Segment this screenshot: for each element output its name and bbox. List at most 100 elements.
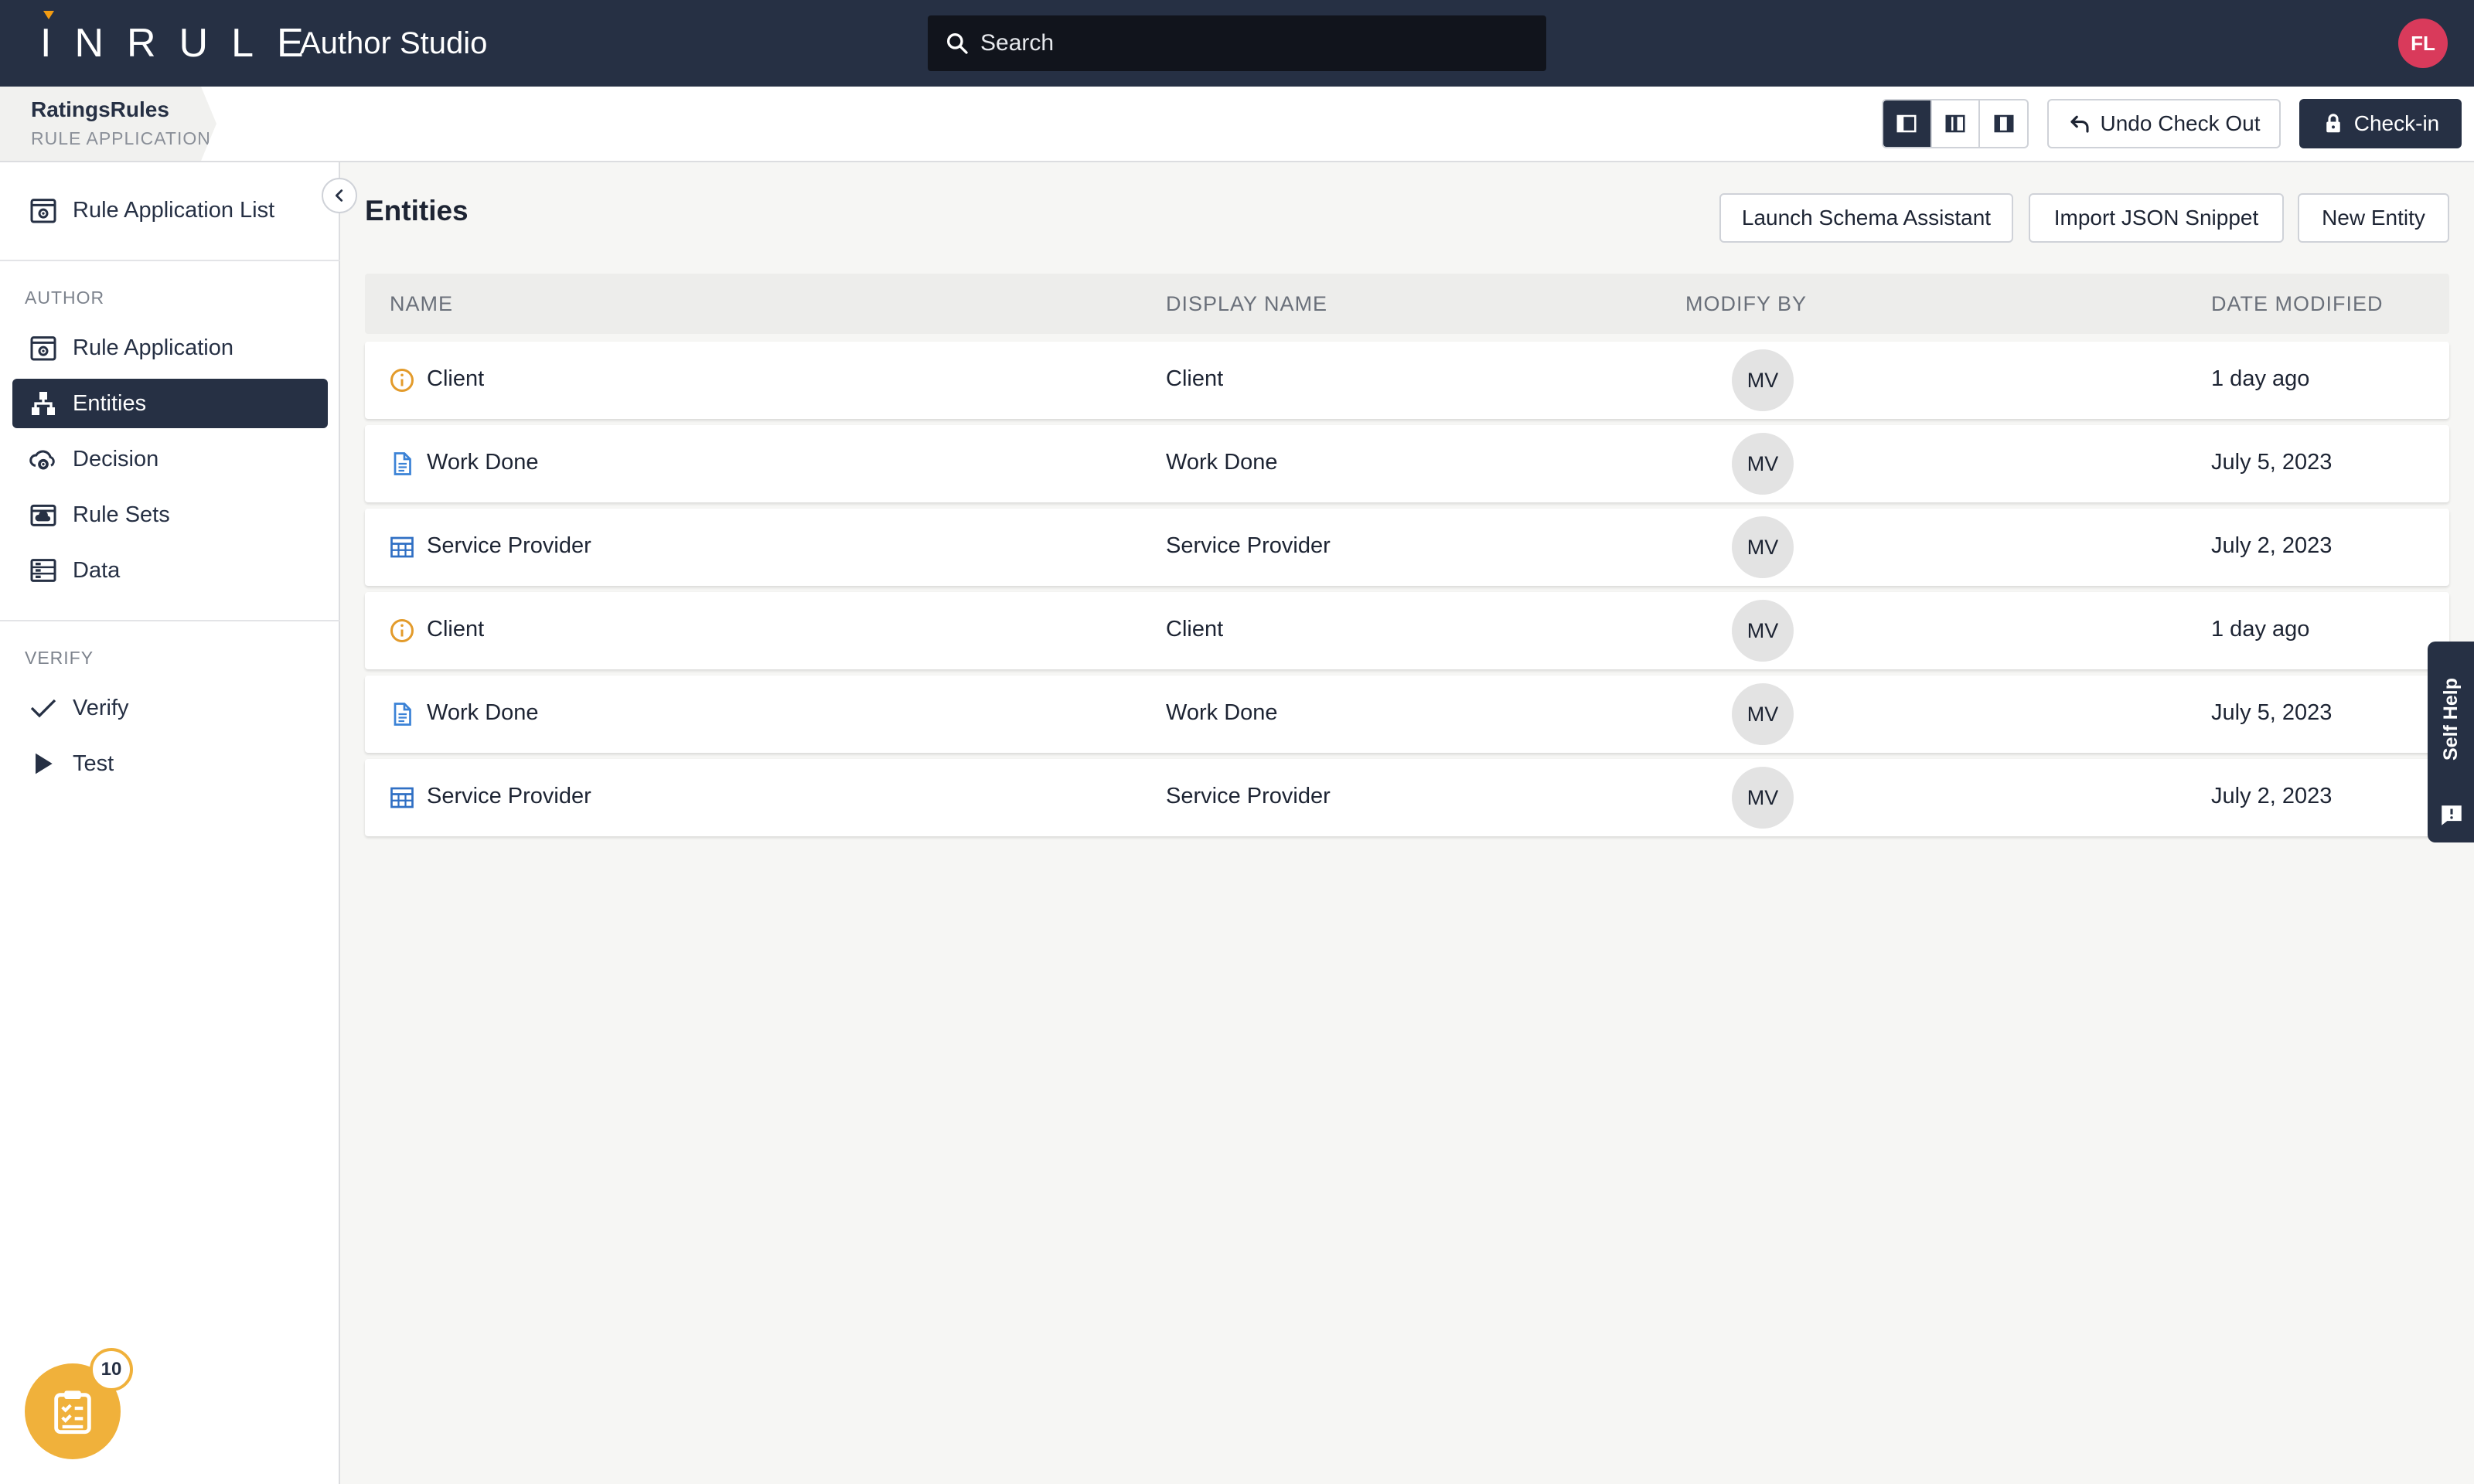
cell-display-name: Service Provider xyxy=(1166,533,1331,558)
clipboard-checklist-icon xyxy=(54,1390,91,1435)
lock-icon xyxy=(2326,114,2340,133)
table-row[interactable]: Work Done Work Done MV July 5, 2023 xyxy=(365,676,2449,753)
breadcrumb-title: RatingsRules xyxy=(31,97,169,121)
section-label-author: AUTHOR xyxy=(25,288,105,308)
cell-display-name: Client xyxy=(1166,617,1224,642)
avatar: MV xyxy=(1732,349,1794,411)
table-grid-icon xyxy=(390,787,414,808)
undo-checkout-button[interactable]: Undo Check Out xyxy=(2047,99,2281,148)
avatar: MV xyxy=(1732,516,1794,578)
checkin-button[interactable]: Check-in xyxy=(2299,99,2462,148)
sidebar-divider xyxy=(0,620,340,621)
gear-document-icon xyxy=(30,199,56,223)
document-icon xyxy=(394,703,411,726)
column-header-name[interactable]: NAME xyxy=(390,292,453,316)
undo-arrow-icon xyxy=(2070,115,2089,133)
column-header-display-name[interactable]: DISPLAY NAME xyxy=(1166,292,1327,316)
sidebar-item-rule-sets[interactable]: Rule Sets xyxy=(12,490,328,539)
sidebar-item-test[interactable]: Test xyxy=(12,739,328,788)
app-title: Author Studio xyxy=(300,26,488,60)
section-label-verify: VERIFY xyxy=(25,648,94,668)
view-mode-split-button[interactable] xyxy=(1980,100,2027,147)
sidebar-item-label: Entities xyxy=(73,390,147,416)
sidebar-item-label: Decision xyxy=(73,446,159,471)
avatar: MV xyxy=(1732,433,1794,495)
breadcrumb-subtitle: RULE APPLICATION xyxy=(31,128,211,148)
view-mode-left-panel-button[interactable] xyxy=(1883,100,1932,147)
import-json-snippet-button[interactable]: Import JSON Snippet xyxy=(2029,193,2284,243)
inrule-logo[interactable]: INRULE xyxy=(40,20,327,66)
column-header-modify-by[interactable]: MODIFY BY xyxy=(1685,292,1807,316)
undo-checkout-label: Undo Check Out xyxy=(2100,111,2261,135)
layout-columns-icon xyxy=(1945,114,1965,133)
layout-split-icon xyxy=(1994,114,2014,133)
self-help-label: Self Help xyxy=(2439,677,2462,761)
cloud-gear-icon xyxy=(29,450,55,470)
play-icon xyxy=(36,753,53,774)
sidebar-item-decision[interactable]: Decision xyxy=(12,434,328,484)
info-circle-icon xyxy=(390,369,414,392)
cell-display-name: Work Done xyxy=(1166,700,1278,725)
logo-accent xyxy=(43,11,54,19)
self-help-tab[interactable]: Self Help xyxy=(2428,642,2474,842)
cell-name: Service Provider xyxy=(427,533,591,558)
cell-date-modified: 1 day ago xyxy=(2211,617,2310,642)
sidebar-item-rule-application-list[interactable]: Rule Application List xyxy=(12,186,328,235)
collapse-sidebar-button[interactable] xyxy=(322,178,357,213)
sidebar-item-label: Data xyxy=(73,557,121,583)
document-icon xyxy=(394,452,411,475)
sidebar-item-label: Test xyxy=(73,751,114,776)
sidebar-item-label: Rule Application xyxy=(73,335,233,360)
breadcrumb[interactable]: RatingsRules RULE APPLICATION xyxy=(0,87,216,161)
sidebar-divider xyxy=(0,260,340,261)
view-mode-group xyxy=(1882,99,2029,148)
avatar: MV xyxy=(1732,683,1794,745)
sidebar-item-label: Verify xyxy=(73,695,129,720)
cell-display-name: Service Provider xyxy=(1166,784,1331,808)
cell-date-modified: 1 day ago xyxy=(2211,366,2310,391)
sidebar-item-rule-application[interactable]: Rule Application xyxy=(12,323,328,373)
table-header: NAME DISPLAY NAME MODIFY BY DATE MODIFIE… xyxy=(365,274,2449,334)
search-input[interactable]: Search xyxy=(928,15,1546,71)
search-icon xyxy=(947,33,968,54)
hierarchy-icon xyxy=(32,392,55,415)
column-header-date-modified[interactable]: DATE MODIFIED xyxy=(2211,292,2384,316)
gear-document-icon xyxy=(30,336,56,361)
table-row[interactable]: Service Provider Service Provider MV Jul… xyxy=(365,759,2449,836)
avatar: MV xyxy=(1732,600,1794,662)
sidebar-item-label: Rule Sets xyxy=(73,502,170,527)
table-row[interactable]: Client Client MV 1 day ago xyxy=(365,592,2449,669)
cell-name: Client xyxy=(427,366,485,391)
cell-date-modified: July 2, 2023 xyxy=(2211,784,2333,808)
button-label: Launch Schema Assistant xyxy=(1741,206,1992,230)
launch-schema-assistant-button[interactable]: Launch Schema Assistant xyxy=(1719,193,2013,243)
data-grid-icon xyxy=(30,559,56,582)
info-circle-icon xyxy=(390,619,414,642)
checkin-label: Check-in xyxy=(2353,111,2440,135)
user-avatar[interactable]: FL xyxy=(2398,19,2448,68)
cell-display-name: Work Done xyxy=(1166,450,1278,475)
chevron-left-icon xyxy=(335,189,343,202)
check-icon xyxy=(30,699,56,718)
button-label: Import JSON Snippet xyxy=(2053,206,2259,230)
self-help-label-wrap: Self Help xyxy=(2428,657,2474,781)
sidebar-item-label: Rule Application List xyxy=(73,197,275,223)
search-placeholder: Search xyxy=(980,30,1055,56)
sidebar-item-verify[interactable]: Verify xyxy=(12,683,328,733)
sidebar: Rule Application List AUTHOR Rule Applic… xyxy=(0,162,340,1484)
sidebar-item-data[interactable]: Data xyxy=(12,546,328,595)
table-grid-icon xyxy=(390,536,414,558)
cell-name: Service Provider xyxy=(427,784,591,808)
cell-name: Client xyxy=(427,617,485,642)
view-mode-columns-button[interactable] xyxy=(1932,100,1981,147)
cell-name: Work Done xyxy=(427,450,539,475)
table-row[interactable]: Service Provider Service Provider MV Jul… xyxy=(365,509,2449,586)
new-entity-button[interactable]: New Entity xyxy=(2298,193,2449,243)
table-row[interactable]: Work Done Work Done MV July 5, 2023 xyxy=(365,425,2449,502)
sub-bar: RatingsRules RULE APPLICATION Undo Check… xyxy=(0,87,2474,162)
top-bar: INRULE Author Studio Search FL xyxy=(0,0,2474,87)
sidebar-item-entities[interactable]: Entities xyxy=(12,379,328,428)
cell-date-modified: July 5, 2023 xyxy=(2211,700,2333,725)
layout-left-panel-icon xyxy=(1896,114,1917,133)
table-row[interactable]: Client Client MV 1 day ago xyxy=(365,342,2449,419)
